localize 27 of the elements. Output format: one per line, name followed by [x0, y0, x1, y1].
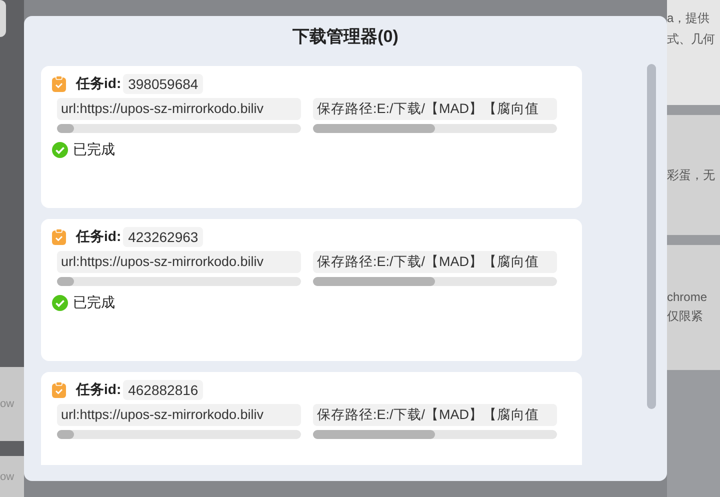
task-id-label: 任务id: — [76, 228, 122, 246]
clipboard-icon — [52, 229, 66, 245]
status-text: 已完成 — [73, 294, 115, 312]
url-field: url:https://upos-sz-mirrorkodo.biliv — [57, 404, 301, 426]
page-text: 彩蛋，无 — [667, 166, 716, 184]
task-id-value: 462882816 — [123, 380, 204, 400]
page-text: 仅限紧 — [667, 308, 704, 325]
page-text: ow — [0, 470, 14, 483]
dialog-title: 下载管理器(0) — [292, 26, 400, 48]
page-text: a，提供 — [667, 10, 711, 27]
task-id-value: 423262963 — [123, 227, 204, 247]
page-panel — [0, 0, 6, 38]
clipboard-icon — [52, 382, 66, 398]
task-id-label: 任务id: — [76, 75, 122, 93]
task-id-label: 任务id: — [76, 381, 122, 399]
url-field: url:https://upos-sz-mirrorkodo.biliv — [57, 251, 301, 273]
page-text: chrome — [667, 290, 708, 304]
url-field: url:https://upos-sz-mirrorkodo.biliv — [57, 98, 301, 120]
status-text: 已完成 — [73, 141, 115, 159]
path-field: 保存路径:E:/下载/【MAD】【腐向值 — [313, 404, 557, 426]
path-field: 保存路径:E:/下载/【MAD】【腐向值 — [313, 251, 557, 273]
page-text: ow — [0, 398, 14, 410]
page-text: 式、几何 — [667, 31, 716, 48]
path-field: 保存路径:E:/下载/【MAD】【腐向值 — [313, 98, 557, 120]
clipboard-icon — [52, 76, 66, 92]
task-id-value: 398059684 — [123, 74, 204, 94]
scrollbar[interactable] — [647, 64, 656, 409]
